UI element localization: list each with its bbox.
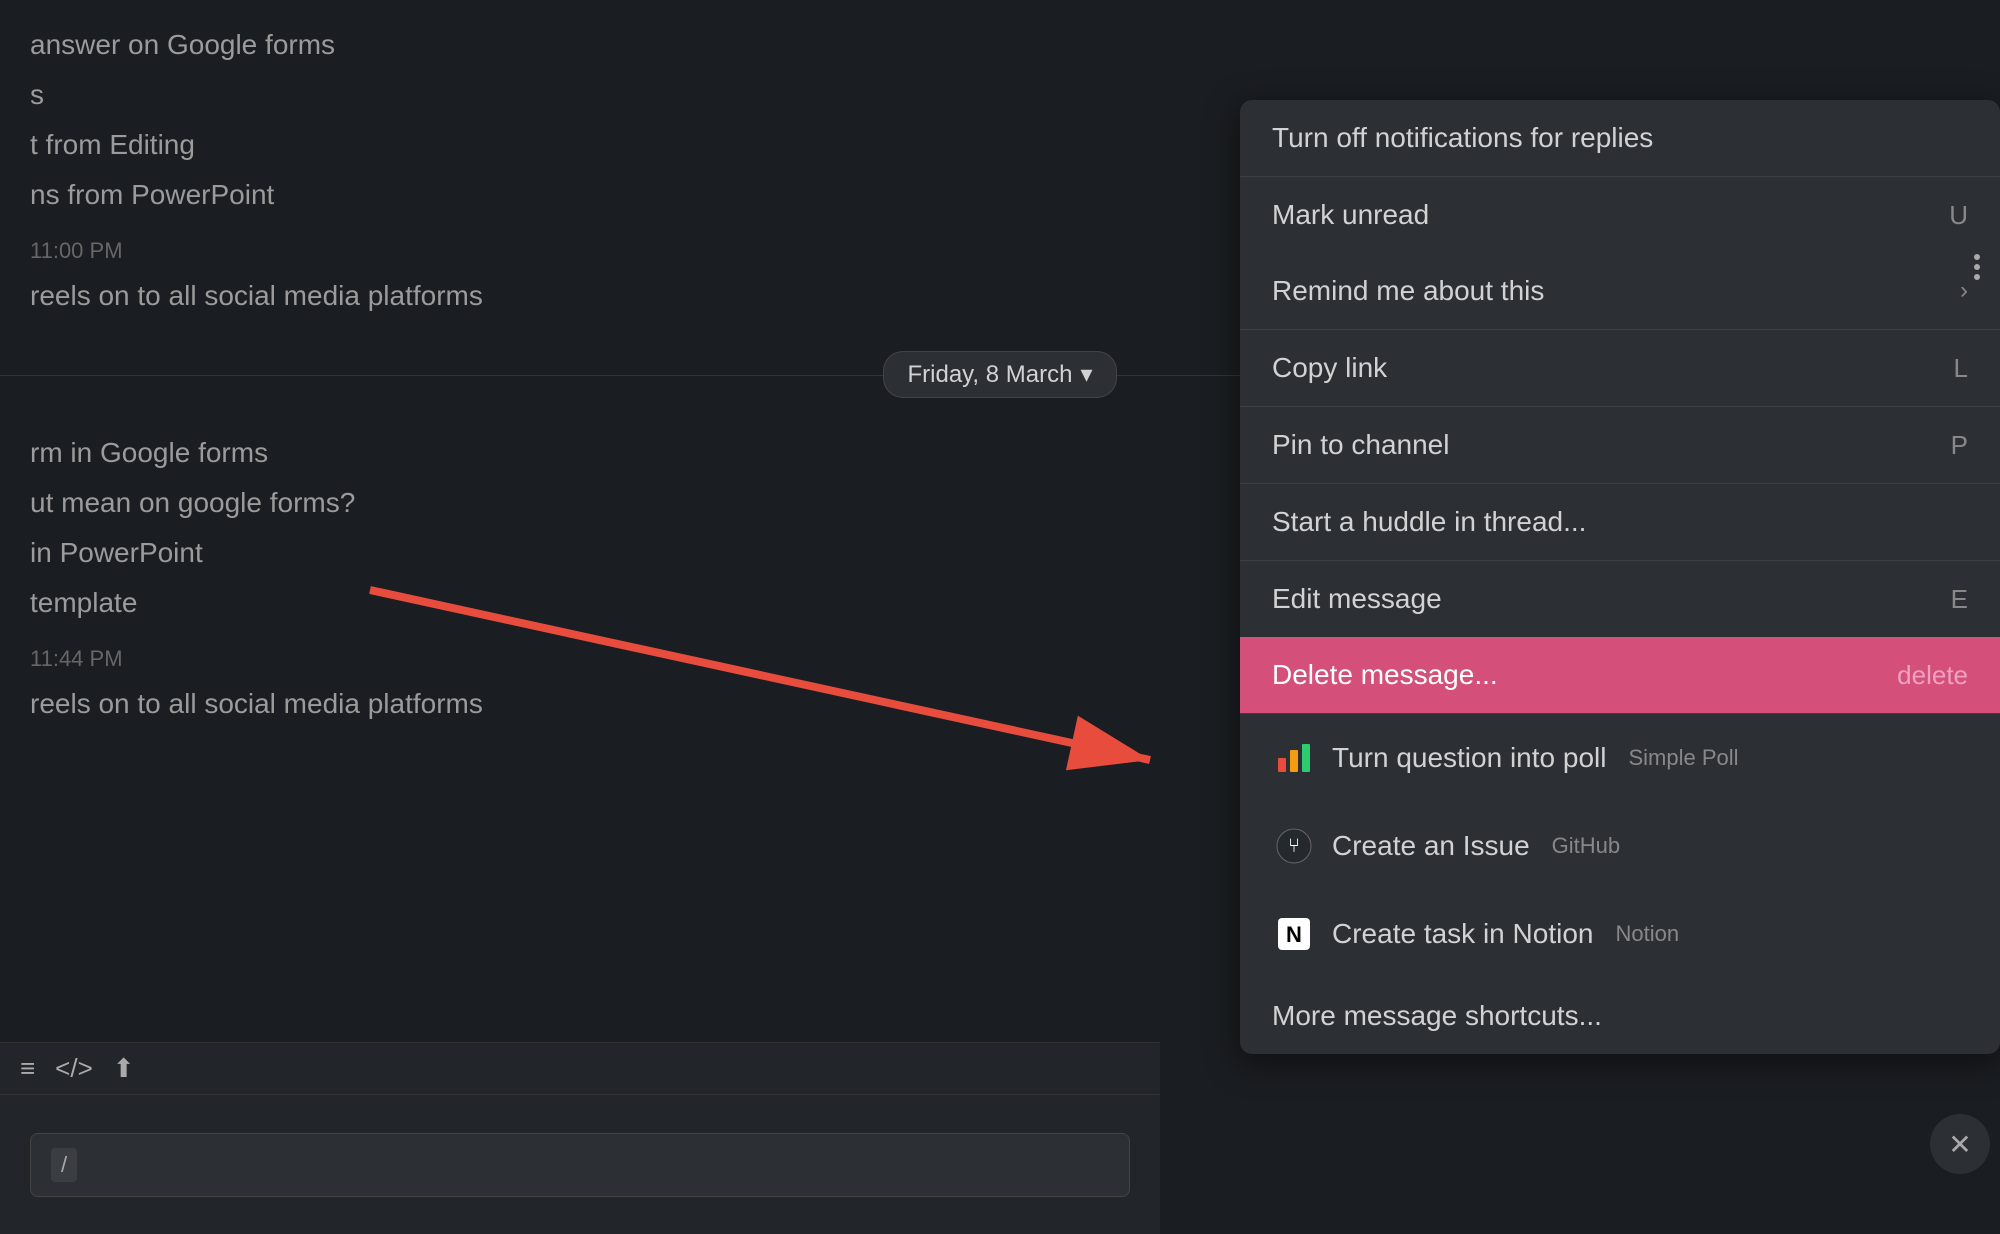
mark-unread-label: Mark unread	[1272, 199, 1429, 231]
github-sublabel: GitHub	[1552, 833, 1620, 859]
notion-svg: N	[1276, 916, 1312, 952]
poll-sublabel: Simple Poll	[1628, 745, 1738, 771]
menu-section-huddle: Start a huddle in thread...	[1240, 484, 2000, 561]
edit-label: Edit message	[1272, 583, 1442, 615]
item-left: Remind me about this	[1272, 275, 1544, 307]
menu-section-edit-delete: Edit message E Delete message... delete	[1240, 561, 2000, 714]
github-label: Create an Issue	[1332, 830, 1530, 862]
code-icon[interactable]: </>	[55, 1053, 93, 1084]
svg-text:N: N	[1286, 922, 1302, 947]
poll-svg	[1276, 740, 1312, 776]
pin-shortcut: P	[1951, 430, 1968, 461]
item-left: Copy link	[1272, 352, 1387, 384]
list-icon[interactable]: ≡	[20, 1053, 35, 1084]
pin-label: Pin to channel	[1272, 429, 1449, 461]
more-options-button[interactable]	[1962, 246, 1992, 288]
notion-sublabel: Notion	[1615, 921, 1679, 947]
notion-icon: N	[1272, 912, 1316, 956]
dot-2	[1974, 264, 1980, 270]
menu-item-copy-link[interactable]: Copy link L	[1240, 330, 2000, 406]
mark-unread-shortcut: U	[1949, 200, 1968, 231]
menu-item-poll[interactable]: Turn question into poll Simple Poll	[1240, 714, 2000, 802]
menu-item-notion[interactable]: N Create task in Notion Notion	[1240, 890, 2000, 978]
slash-command-button[interactable]: /	[51, 1148, 77, 1182]
menu-item-edit[interactable]: Edit message E	[1240, 561, 2000, 637]
item-left: Start a huddle in thread...	[1272, 506, 1586, 538]
context-menu: Turn off notifications for replies Mark …	[1240, 100, 2000, 1054]
menu-item-huddle[interactable]: Start a huddle in thread...	[1240, 484, 2000, 560]
menu-item-turn-off-notifications[interactable]: Turn off notifications for replies	[1240, 100, 2000, 176]
item-left: Turn question into poll Simple Poll	[1272, 736, 1739, 780]
menu-item-remind[interactable]: Remind me about this ›	[1240, 253, 2000, 329]
close-button[interactable]: ✕	[1930, 1114, 1990, 1174]
turn-off-notifications-label: Turn off notifications for replies	[1272, 122, 1653, 154]
svg-text:⑂: ⑂	[1288, 835, 1300, 857]
menu-item-github[interactable]: ⑂ Create an Issue GitHub	[1240, 802, 2000, 890]
github-svg: ⑂	[1276, 828, 1312, 864]
dot-3	[1974, 274, 1980, 280]
item-left: Turn off notifications for replies	[1272, 122, 1653, 154]
menu-section-integrations: Turn question into poll Simple Poll ⑂ Cr…	[1240, 714, 2000, 1054]
chat-line-1: answer on Google forms	[0, 20, 2000, 70]
menu-section-pin: Pin to channel P	[1240, 407, 2000, 484]
menu-item-mark-unread[interactable]: Mark unread U	[1240, 177, 2000, 253]
message-input-box[interactable]: /	[30, 1133, 1130, 1197]
dot-1	[1974, 254, 1980, 260]
poll-icon	[1272, 736, 1316, 780]
menu-section-notifications: Turn off notifications for replies	[1240, 100, 2000, 177]
item-left: Mark unread	[1272, 199, 1429, 231]
menu-item-pin[interactable]: Pin to channel P	[1240, 407, 2000, 483]
menu-item-delete[interactable]: Delete message... delete	[1240, 637, 2000, 713]
date-pill[interactable]: Friday, 8 March ▾	[883, 351, 1118, 398]
item-left: Edit message	[1272, 583, 1442, 615]
item-left: More message shortcuts...	[1272, 1000, 1602, 1032]
date-label: Friday, 8 March	[908, 361, 1073, 389]
item-left: Pin to channel	[1272, 429, 1449, 461]
chevron-down-icon: ▾	[1080, 360, 1092, 389]
copy-link-shortcut: L	[1954, 353, 1968, 384]
close-icon: ✕	[1948, 1128, 1971, 1161]
formatting-toolbar: ≡ </> ⬆	[0, 1042, 1160, 1094]
item-left: N Create task in Notion Notion	[1272, 912, 1679, 956]
item-left: ⑂ Create an Issue GitHub	[1272, 824, 1620, 868]
huddle-label: Start a huddle in thread...	[1272, 506, 1586, 538]
upload-icon[interactable]: ⬆	[113, 1053, 135, 1084]
remind-label: Remind me about this	[1272, 275, 1544, 307]
menu-item-more-shortcuts[interactable]: More message shortcuts...	[1240, 978, 2000, 1054]
delete-shortcut: delete	[1897, 660, 1968, 691]
notion-label: Create task in Notion	[1332, 918, 1593, 950]
item-left: Delete message...	[1272, 659, 1498, 691]
menu-section-copy: Copy link L	[1240, 330, 2000, 407]
message-input-area: /	[0, 1094, 1160, 1234]
menu-section-mark: Mark unread U Remind me about this ›	[1240, 177, 2000, 330]
edit-shortcut: E	[1951, 584, 1968, 615]
poll-label: Turn question into poll	[1332, 742, 1606, 774]
more-shortcuts-label: More message shortcuts...	[1272, 1000, 1602, 1032]
github-icon: ⑂	[1272, 824, 1316, 868]
copy-link-label: Copy link	[1272, 352, 1387, 384]
delete-label: Delete message...	[1272, 659, 1498, 691]
